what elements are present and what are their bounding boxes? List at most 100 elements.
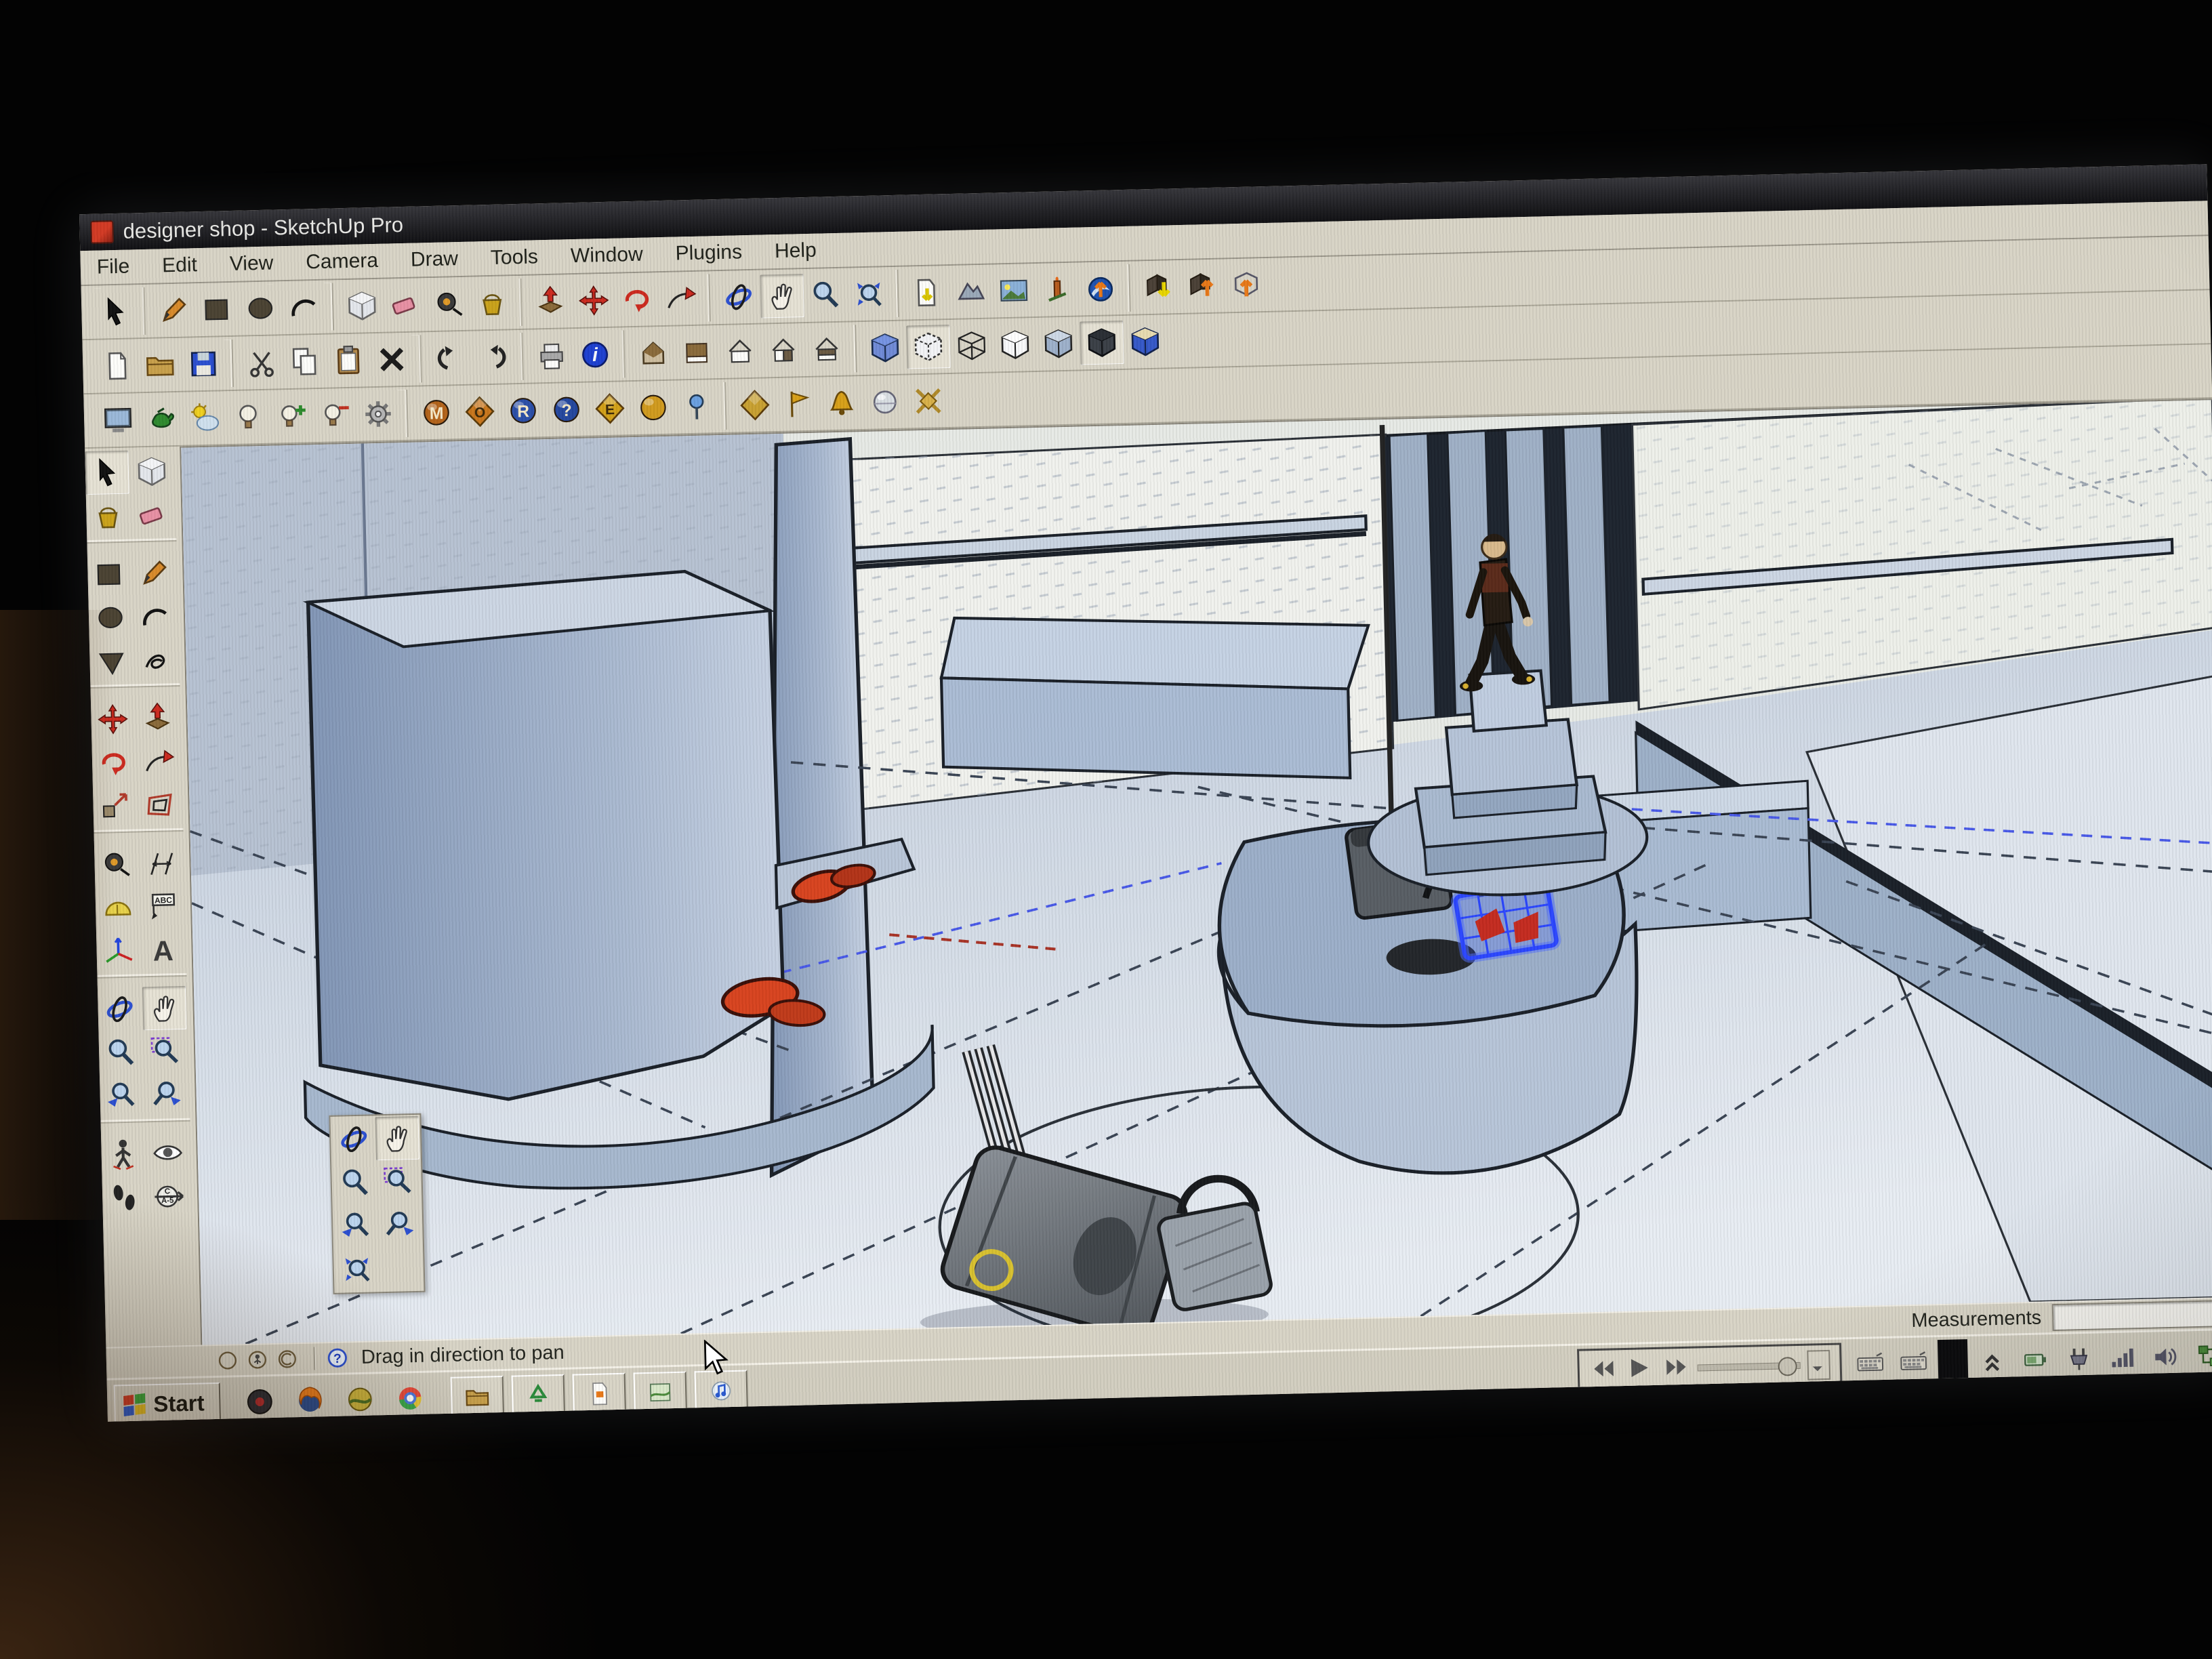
rewind-button[interactable] <box>1589 1357 1618 1384</box>
menu-draw[interactable]: Draw <box>394 247 475 272</box>
media-options-dropdown[interactable] <box>1807 1350 1830 1380</box>
menu-file[interactable]: File <box>80 255 146 279</box>
zoom-window-button[interactable] <box>143 1029 187 1073</box>
firefox-shortcut[interactable] <box>292 1382 328 1418</box>
plugin-m-button[interactable]: M <box>414 390 458 434</box>
section-plane-button[interactable]: CA-5 <box>146 1174 190 1218</box>
zoom-next-button[interactable] <box>144 1073 188 1117</box>
plugin-r-button[interactable]: R <box>501 388 545 432</box>
back-edges-button[interactable] <box>906 325 950 369</box>
geolocation-button[interactable] <box>214 1347 241 1374</box>
orbit-button[interactable] <box>332 1117 376 1161</box>
rotate-button[interactable] <box>615 277 659 321</box>
plugin-orb-button[interactable] <box>631 386 675 430</box>
menu-window[interactable]: Window <box>554 243 659 268</box>
plugin-x-button[interactable] <box>906 379 950 423</box>
pan-button[interactable] <box>375 1116 419 1160</box>
wireframe-button[interactable] <box>949 324 994 368</box>
window-map-taskbar-button[interactable] <box>634 1372 687 1414</box>
render-plugin-button[interactable] <box>139 397 183 441</box>
zoom-button[interactable] <box>98 1030 142 1074</box>
new-button[interactable] <box>95 344 139 388</box>
rectangle-button[interactable] <box>87 552 131 596</box>
zoom-previous-button[interactable] <box>334 1204 378 1248</box>
menu-view[interactable]: View <box>213 251 289 276</box>
make-component-button[interactable] <box>129 449 173 493</box>
hidden-line-button[interactable] <box>993 323 1037 367</box>
plugin-flag-button[interactable] <box>776 382 820 426</box>
media-player-shortcut[interactable] <box>242 1384 278 1420</box>
window-folder-taskbar-button[interactable] <box>451 1376 504 1418</box>
erase-button[interactable] <box>369 337 413 382</box>
keyboard-layout-2-tray-button[interactable] <box>1894 1343 1933 1382</box>
arc-button[interactable] <box>133 594 177 638</box>
protractor-button[interactable] <box>95 885 139 929</box>
undo-button[interactable] <box>428 336 472 380</box>
start-button[interactable]: Start <box>114 1382 222 1422</box>
move-button[interactable] <box>91 697 135 741</box>
position-camera-button[interactable] <box>101 1132 145 1176</box>
play-button[interactable] <box>1624 1355 1654 1382</box>
back-view-button[interactable] <box>804 327 848 371</box>
move-button[interactable] <box>571 279 615 323</box>
paint-bucket-button[interactable] <box>470 281 514 325</box>
orbit-button[interactable] <box>98 987 142 1031</box>
redo-button[interactable] <box>471 335 515 379</box>
get-models-button[interactable] <box>1136 265 1181 309</box>
preview-in-google-earth-button[interactable] <box>1078 266 1122 310</box>
model-viewport[interactable] <box>181 398 2212 1345</box>
rectangle-button[interactable] <box>195 287 239 331</box>
arc-button[interactable] <box>282 285 326 329</box>
push-pull-button[interactable] <box>528 279 572 323</box>
zoom-button[interactable] <box>803 273 847 317</box>
offset-button[interactable] <box>138 783 182 827</box>
plugin-pin-button[interactable] <box>674 384 718 428</box>
look-around-button[interactable] <box>146 1131 190 1175</box>
share-component-button[interactable] <box>1223 263 1267 307</box>
eraser-button[interactable] <box>384 283 428 327</box>
push-pull-button[interactable] <box>136 696 180 740</box>
signal-strength-tray-button[interactable] <box>2103 1338 2142 1377</box>
circle-button[interactable] <box>88 596 132 640</box>
power-plug-tray-button[interactable] <box>2060 1340 2098 1378</box>
x-ray-button[interactable] <box>863 326 907 370</box>
model-info-button[interactable]: i <box>573 333 617 377</box>
match-photo-button[interactable] <box>1035 268 1079 312</box>
volume-tray-button[interactable] <box>2146 1338 2185 1376</box>
zoom-extents-button[interactable] <box>846 272 890 316</box>
chrome-shortcut[interactable] <box>392 1380 428 1416</box>
front-view-button[interactable] <box>718 329 762 373</box>
shadows-button[interactable] <box>182 396 226 440</box>
shaded-with-textures-button[interactable] <box>1080 321 1124 365</box>
text-button[interactable]: ABC <box>140 884 184 928</box>
show-hidden-icons-tray-button[interactable] <box>1973 1342 2011 1380</box>
fast-forward-button[interactable] <box>1661 1355 1691 1382</box>
measurements-input[interactable] <box>2052 1300 2212 1331</box>
select-button[interactable] <box>94 289 138 333</box>
battery-tray-button[interactable] <box>2016 1340 2055 1379</box>
plugin-sphere-button[interactable] <box>863 380 907 424</box>
copy-button[interactable] <box>283 340 327 384</box>
sphere-app-shortcut[interactable] <box>342 1381 378 1417</box>
axes-button[interactable] <box>96 928 140 972</box>
taskbar-media-controls[interactable] <box>1577 1343 1843 1392</box>
light-button[interactable] <box>226 395 270 439</box>
slider-knob[interactable] <box>1778 1357 1797 1376</box>
help-button[interactable]: ? <box>324 1345 350 1371</box>
media-seek-slider[interactable] <box>1698 1362 1801 1372</box>
menu-help[interactable]: Help <box>758 239 833 264</box>
pan-button[interactable] <box>142 986 186 1030</box>
zoom-button[interactable] <box>333 1160 377 1204</box>
plugin-e-button[interactable]: E <box>588 386 632 430</box>
shop-3d-model[interactable] <box>181 400 2212 1345</box>
tape-measure-button[interactable] <box>94 842 138 886</box>
right-view-button[interactable] <box>761 328 805 372</box>
credits-button[interactable] <box>244 1347 270 1373</box>
line-button[interactable] <box>152 288 196 332</box>
iso-view-button[interactable] <box>631 331 675 375</box>
network-tray-button[interactable] <box>2190 1336 2212 1375</box>
minimized-dark-window[interactable] <box>1938 1339 1969 1385</box>
follow-me-button[interactable] <box>136 739 180 783</box>
cut-button[interactable] <box>239 340 283 384</box>
follow-me-button[interactable] <box>658 276 702 321</box>
